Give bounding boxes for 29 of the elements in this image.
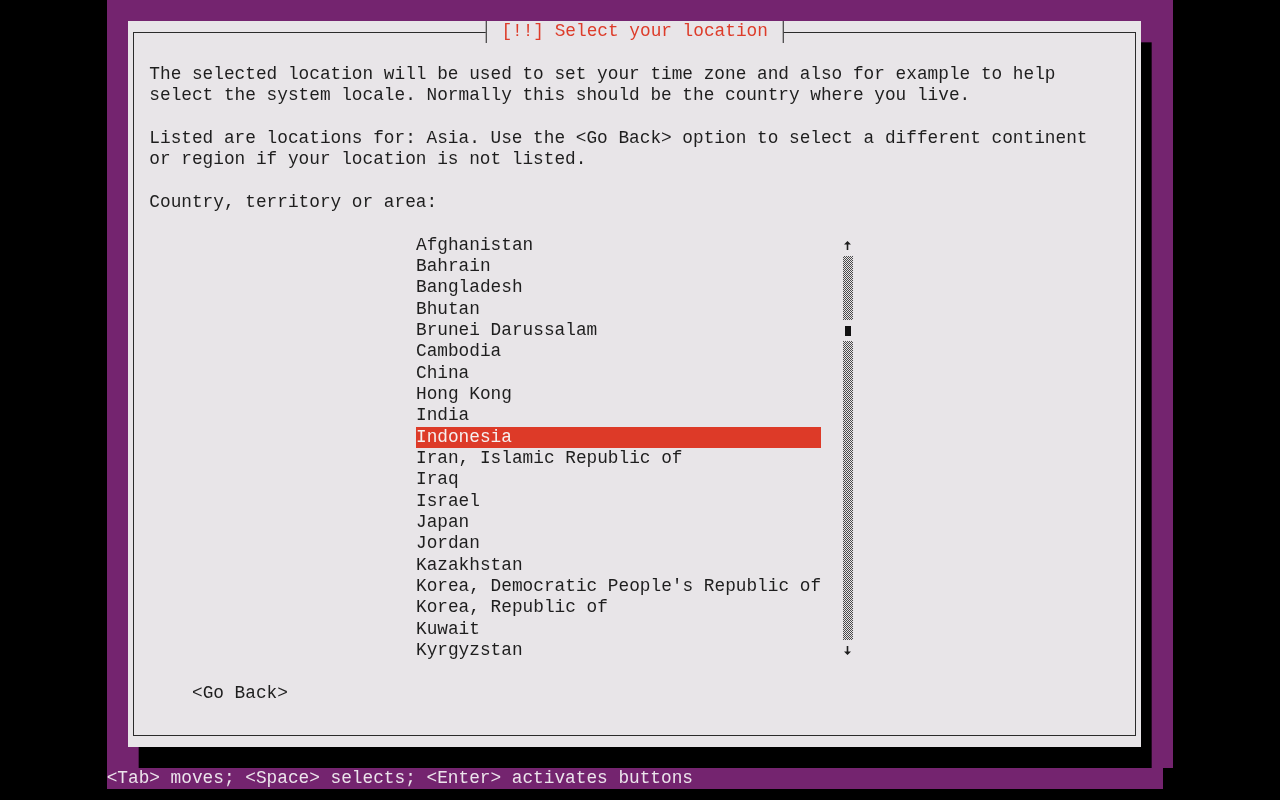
list-item[interactable]: Japan <box>415 511 822 534</box>
list-item[interactable]: China <box>415 362 822 384</box>
list-item[interactable]: Afghanistan <box>415 234 822 256</box>
arrow-up-icon <box>844 240 852 250</box>
instruction-text: Listed are locations for: Asia. Use the <Go Back> option to select a different continent or region if your location is not listed. <box>149 127 1089 171</box>
list-item[interactable]: Indonesia <box>415 426 822 448</box>
arrow-down-icon <box>844 646 852 656</box>
list-item[interactable]: Israel <box>415 490 822 512</box>
list-item[interactable]: Korea, Republic of <box>415 597 822 619</box>
list-item[interactable]: Hong Kong <box>415 383 822 406</box>
list-item[interactable]: Bahrain <box>415 255 822 278</box>
key-hint-text: <Tab> moves; <Space> selects; <Enter> activates buttons <box>106 768 694 790</box>
list-item[interactable]: Jordan <box>415 533 822 555</box>
list-item[interactable]: India <box>415 405 822 427</box>
instruction-text: The selected location will be used to set your time zone and also for example to help select the system locale. Normally this should be the country where you live. <box>149 64 1057 107</box>
dialog-title: [!!] Select your location <box>485 21 784 43</box>
list-item[interactable]: Korea, Democratic People's Republic of <box>415 575 822 598</box>
list-item[interactable]: Kuwait <box>415 618 822 640</box>
list-item[interactable]: Bhutan <box>415 298 822 320</box>
list-item[interactable]: Kyrgyzstan <box>415 639 822 662</box>
scrollbar-thumb <box>844 325 851 336</box>
list-item[interactable]: Bangladesh <box>415 277 822 299</box>
list-label: Country, territory or area: <box>149 191 438 214</box>
list-item[interactable]: Iran, Islamic Republic of <box>415 447 822 470</box>
list-item[interactable]: Kazakhstan <box>415 554 822 576</box>
list-item[interactable]: Iraq <box>415 469 822 491</box>
list-item[interactable]: Brunei Darussalam <box>415 319 822 342</box>
go-back-button[interactable]: <Go Back> <box>191 682 288 704</box>
list-item[interactable]: Cambodia <box>415 341 822 363</box>
